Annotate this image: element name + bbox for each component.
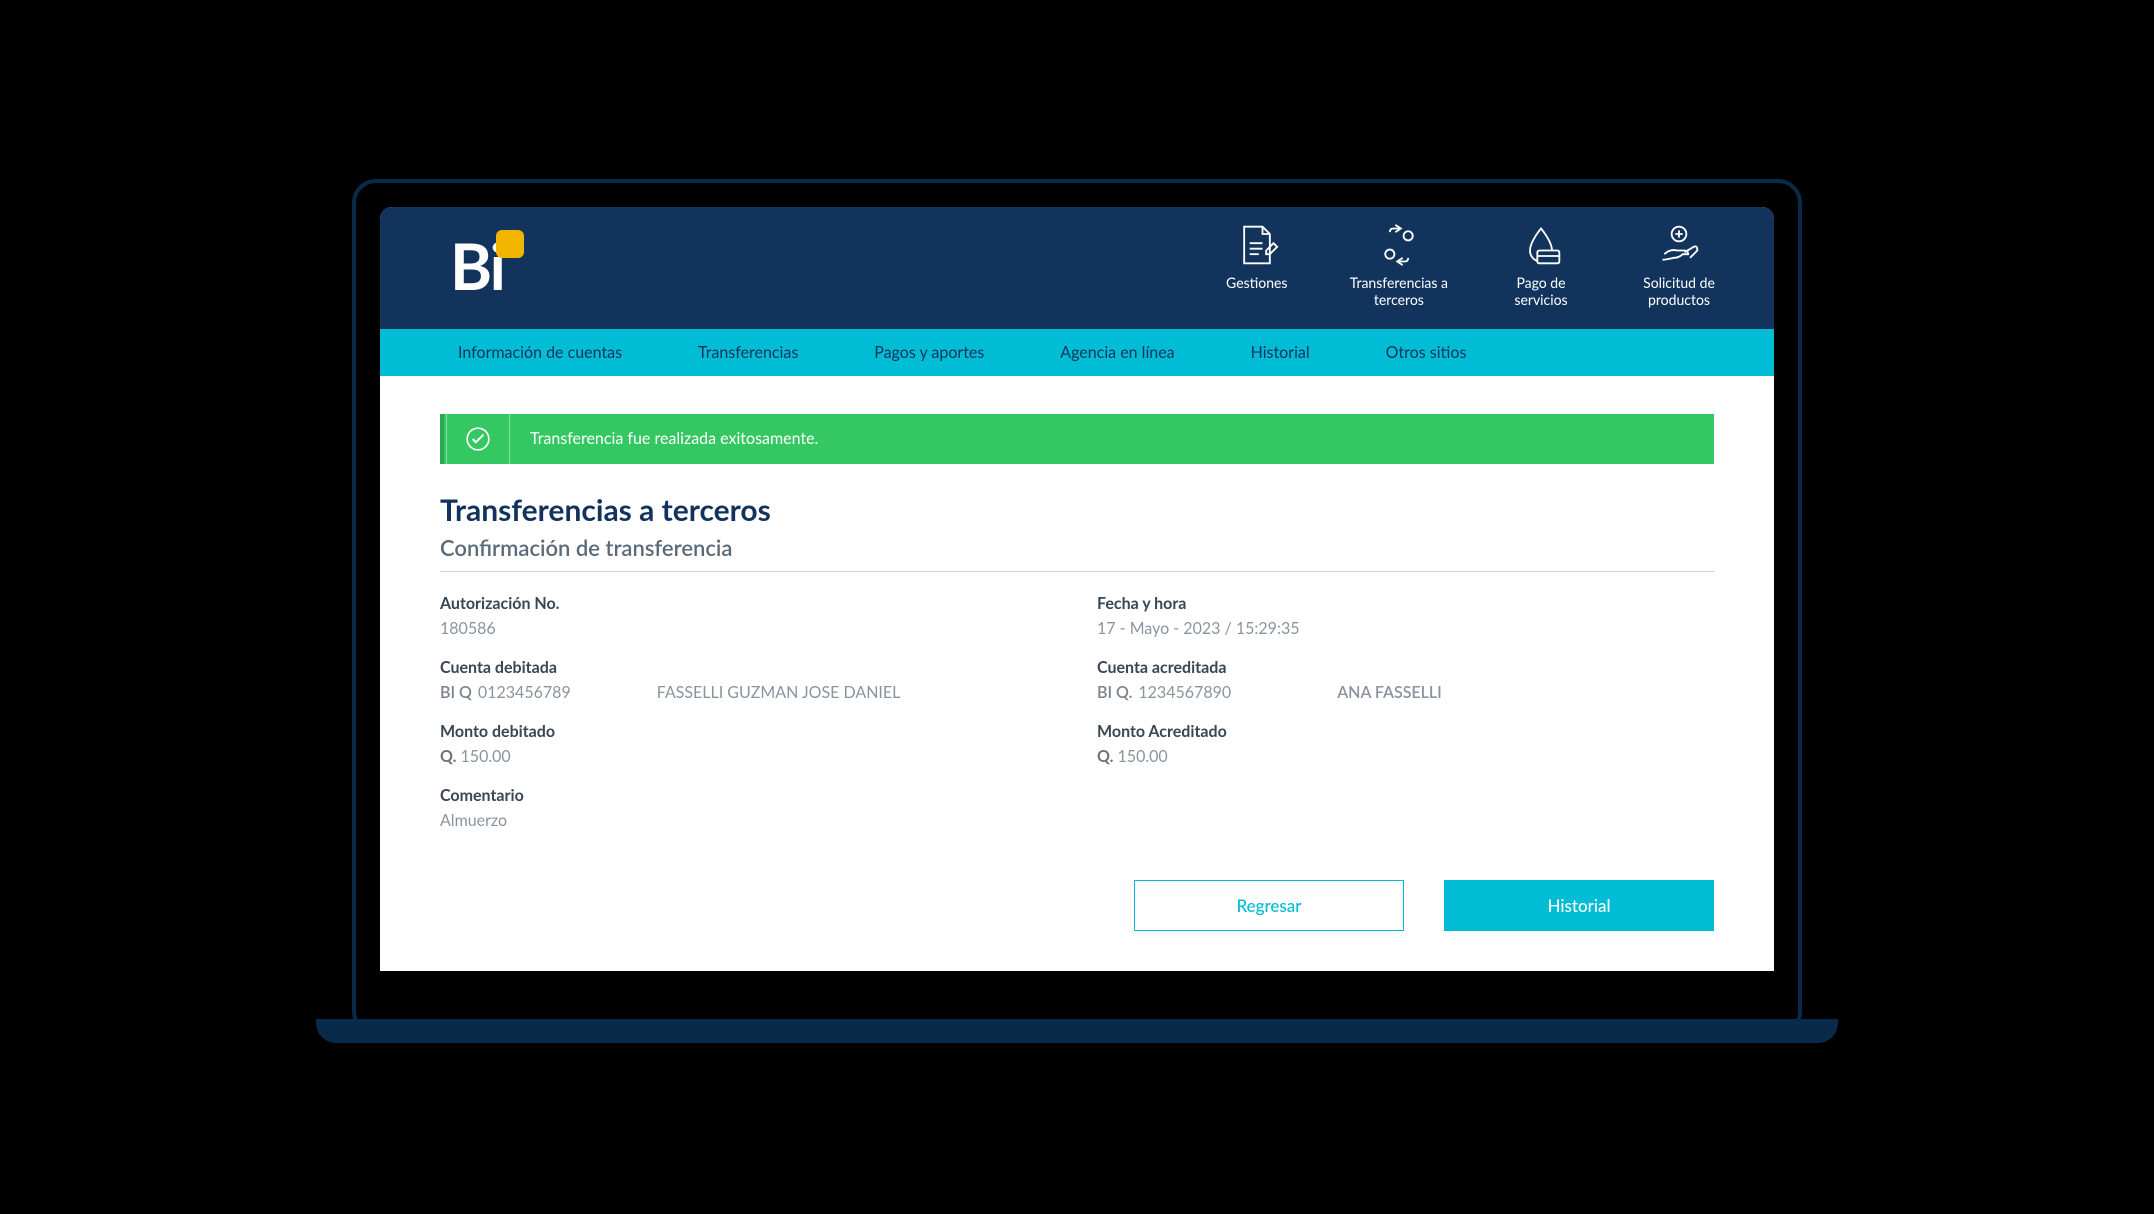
main-content: Transferencia fue realizada exitosamente… [380,376,1774,971]
action-buttons: Regresar Historial [440,880,1714,931]
laptop-frame: Bi Gestiones [352,179,1802,1035]
field-label: Monto Acreditado [1097,722,1714,741]
detail-authorization: Autorización No. 180586 [440,594,1057,638]
field-value: 180586 [440,619,1057,638]
success-icon-wrap [446,414,510,464]
main-nav: Información de cuentas Transferencias Pa… [380,329,1774,376]
hand-plus-icon [1657,223,1701,267]
quick-action-label: Pago de servicios [1514,275,1567,309]
transfer-arrows-icon [1377,223,1421,267]
confirmation-details: Autorización No. 180586 Fecha y hora 17 … [440,594,1714,850]
account-number: 1234567890 [1138,683,1231,702]
field-value: 17 - Mayo - 2023 / 15:29:35 [1097,619,1714,638]
field-value: Q. 150.00 [1097,747,1714,766]
field-label: Fecha y hora [1097,594,1714,613]
header-quick-actions: Gestiones Transferencias a terceros [1212,223,1724,309]
quick-action-label: Gestiones [1226,275,1287,292]
quick-action-transferencias[interactable]: Transferencias a terceros [1350,223,1448,309]
nav-transferencias[interactable]: Transferencias [690,329,806,376]
nav-otros-sitios[interactable]: Otros sitios [1378,329,1475,376]
account-holder: FASSELLI GUZMAN JOSE DANIEL [657,683,901,702]
logo[interactable]: Bi [450,234,504,298]
nav-pagos-aportes[interactable]: Pagos y aportes [866,329,992,376]
quick-action-label: Transferencias a terceros [1350,275,1448,309]
field-value: Almuerzo [440,811,1057,830]
field-value: BI Q. 1234567890 ANA FASSELLI [1097,683,1714,702]
amount: 150.00 [1118,747,1168,766]
nav-informacion-cuentas[interactable]: Información de cuentas [450,329,630,376]
detail-debit-account: Cuenta debitada BI Q 0123456789 FASSELLI… [440,658,1057,702]
detail-credit-amount: Monto Acreditado Q. 150.00 [1097,722,1714,766]
field-value: Q. 150.00 [440,747,1057,766]
app-screen: Bi Gestiones [380,207,1774,971]
quick-action-pago-servicios[interactable]: Pago de servicios [1496,223,1586,309]
account-number: 0123456789 [478,683,571,702]
account-prefix: BI Q. [1097,683,1132,702]
field-label: Cuenta debitada [440,658,1057,677]
laptop-base [316,1019,1838,1043]
quick-action-label: Solicitud de productos [1643,275,1715,309]
amount: 150.00 [461,747,511,766]
field-value: BI Q 0123456789 FASSELLI GUZMAN JOSE DAN… [440,683,1057,702]
detail-debit-amount: Monto debitado Q. 150.00 [440,722,1057,766]
quick-action-gestiones[interactable]: Gestiones [1212,223,1302,309]
account-prefix: BI Q [440,683,472,702]
quick-action-solicitud-productos[interactable]: Solicitud de productos [1634,223,1724,309]
field-label: Comentario [440,786,1057,805]
page-title: Transferencias a terceros [440,492,1714,528]
currency-prefix: Q. [440,747,456,766]
header: Bi Gestiones [380,207,1774,329]
checkmark-circle-icon [465,426,491,452]
logo-accent-icon [496,230,524,258]
document-edit-icon [1235,223,1279,267]
field-label: Cuenta acreditada [1097,658,1714,677]
success-message: Transferencia fue realizada exitosamente… [510,415,838,462]
detail-credit-account: Cuenta acreditada BI Q. 1234567890 ANA F… [1097,658,1714,702]
nav-agencia-linea[interactable]: Agencia en línea [1052,329,1182,376]
history-button[interactable]: Historial [1444,880,1714,931]
field-label: Autorización No. [440,594,1057,613]
detail-datetime: Fecha y hora 17 - Mayo - 2023 / 15:29:35 [1097,594,1714,638]
success-banner: Transferencia fue realizada exitosamente… [440,414,1714,464]
account-holder: ANA FASSELLI [1337,683,1442,702]
currency-prefix: Q. [1097,747,1113,766]
water-card-icon [1519,223,1563,267]
page-subtitle: Confirmación de transferencia [440,534,1714,572]
back-button[interactable]: Regresar [1134,880,1404,931]
nav-historial[interactable]: Historial [1243,329,1318,376]
field-label: Monto debitado [440,722,1057,741]
detail-comment: Comentario Almuerzo [440,786,1057,830]
